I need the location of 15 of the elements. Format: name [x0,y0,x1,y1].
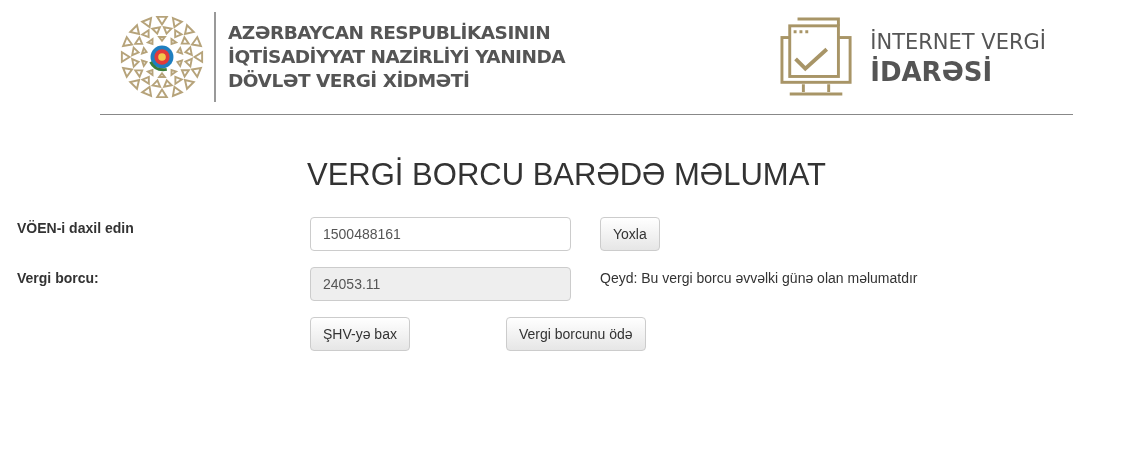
note-text: Qeyd: Bu vergi borcu əvvəlki günə olan məlumatdır [600,269,919,288]
action-button[interactable]: Vergi borcunu ödə [505,317,646,351]
portal-name-line: İNTERNET VERGİ [870,28,1046,56]
agency-name-line: İQTİSADİYYAT NAZİRLİYİ YANINDA [228,45,566,69]
field-label: Vergi borcu: [17,269,100,288]
agency-name-line: DÖVLƏT VERGİ XİDMƏTİ [228,69,471,93]
portal-name-line: İDARƏSİ [870,57,994,87]
action-button[interactable]: ŞHV-yə bax [310,317,410,351]
input-field[interactable]: 1500488161 [310,217,571,251]
monitor-checkmark-icon [780,16,855,98]
agency-name-line: AZƏRBAYCAN RESPUBLİKASININ [228,21,552,45]
field-label: VÖEN-i daxil edin [17,219,135,238]
emblem-icon [119,14,205,100]
page-title: VERGİ BORCU BARƏDƏ MƏLUMAT [306,157,827,193]
check-button[interactable]: Yoxla [600,217,660,251]
